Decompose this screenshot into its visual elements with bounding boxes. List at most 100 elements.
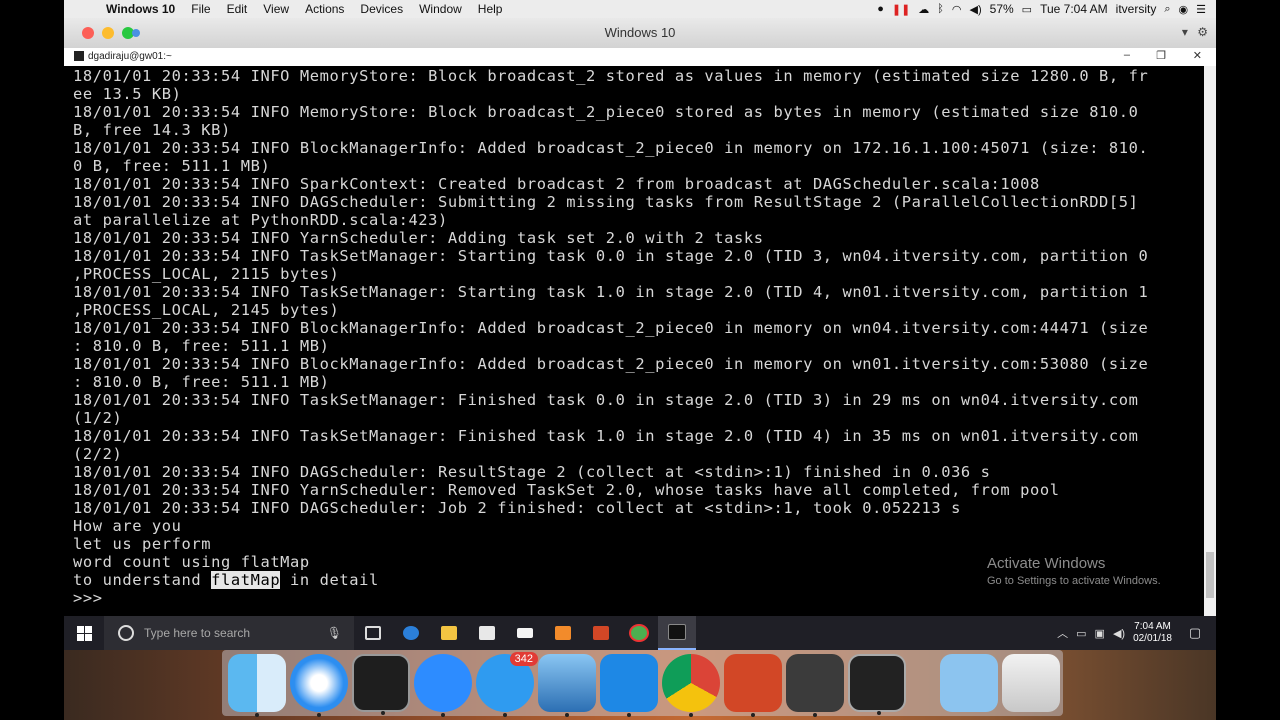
vm-window-title: Windows 10 [604, 25, 676, 40]
folder-icon[interactable] [940, 654, 998, 712]
terminal-line: 18/01/01 20:33:54 INFO BlockManagerInfo:… [73, 355, 1149, 373]
terminal-line: 18/01/01 20:33:54 INFO MemoryStore: Bloc… [73, 67, 1149, 85]
sublime-dock-icon[interactable] [786, 654, 844, 717]
menubar-user[interactable]: itversity [1116, 2, 1157, 16]
terminal-line: 18/01/01 20:33:54 INFO YarnScheduler: Re… [73, 481, 1060, 499]
menu-actions[interactable]: Actions [297, 2, 352, 16]
terminal-line: 18/01/01 20:33:54 INFO MemoryStore: Bloc… [73, 103, 1139, 121]
edge-icon[interactable] [392, 616, 430, 650]
chrome-dock-icon[interactable] [662, 654, 720, 717]
system-tray: ︿ ▭ ▣ ◀) 7:04 AM 02/01/18 ▢ [1057, 621, 1216, 645]
chevron-down-icon[interactable]: ▾ [1182, 25, 1188, 39]
terminal-line: 18/01/01 20:33:54 INFO TaskSetManager: S… [73, 283, 1149, 301]
terminal-line: at parallelize at PythonRDD.scala:423) [73, 211, 448, 229]
activate-windows-watermark: Activate Windows Go to Settings to activ… [987, 555, 1161, 587]
menu-file[interactable]: File [183, 2, 218, 16]
trash-icon[interactable] [1002, 654, 1060, 712]
chevron-up-icon[interactable]: ︿ [1057, 625, 1068, 641]
cloud-icon[interactable]: ☁ [918, 3, 929, 16]
start-button[interactable] [64, 616, 104, 650]
menubar-clock[interactable]: Tue 7:04 AM [1040, 2, 1108, 16]
notification-center-icon[interactable]: ☰ [1196, 3, 1206, 16]
powerpoint-icon[interactable] [582, 616, 620, 650]
scrollbar-thumb[interactable] [1206, 552, 1214, 598]
terminal-line: let us perform [73, 535, 212, 553]
terminal-window-dock-icon[interactable] [848, 654, 906, 715]
terminal-line-after: in detail [280, 571, 379, 589]
siri-icon[interactable]: ◉ [1179, 3, 1189, 16]
notification-badge: 342 [509, 652, 538, 666]
menu-devices[interactable]: Devices [352, 2, 411, 16]
battery-percent[interactable]: 57% [990, 2, 1014, 16]
mail-icon[interactable] [506, 616, 544, 650]
action-center-icon[interactable]: ▢ [1180, 625, 1210, 641]
taskbar-clock[interactable]: 7:04 AM 02/01/18 [1133, 621, 1172, 645]
finder-icon[interactable] [228, 654, 286, 717]
terminal-line: : 810.0 B, free: 511.1 MB) [73, 337, 330, 355]
mac-dock: 342 [222, 650, 1063, 717]
terminal-line: 18/01/01 20:33:54 INFO BlockManagerInfo:… [73, 139, 1149, 157]
sublime-text-icon[interactable] [544, 616, 582, 650]
menu-window[interactable]: Window [411, 2, 470, 16]
menu-help[interactable]: Help [470, 2, 511, 16]
terminal-dock-icon[interactable] [352, 654, 410, 715]
bluetooth-icon[interactable]: ᛒ [937, 3, 944, 15]
windows-taskbar: Type here to search 🎙 ︿ ▭ ▣ ◀) 7:04 AM 0… [64, 616, 1216, 650]
selected-text: flatMap [211, 571, 281, 589]
maximize-icon[interactable]: ❐ [1156, 49, 1166, 62]
volume-icon[interactable]: ◀) [970, 3, 982, 16]
terminal-taskbar-icon[interactable] [658, 616, 696, 650]
gear-icon[interactable]: ⚙ [1197, 25, 1208, 39]
pause-icon[interactable]: ❚❚ [892, 3, 910, 16]
remote-desktop-icon[interactable] [538, 654, 596, 717]
terminal-line: ,PROCESS_LOCAL, 2115 bytes) [73, 265, 340, 283]
terminal-title: dgadiraju@gw01:~ [88, 51, 172, 62]
safari-icon[interactable] [290, 654, 348, 717]
terminal-line: 18/01/01 20:33:54 INFO SparkContext: Cre… [73, 175, 1040, 193]
wifi-icon[interactable]: ◠ [952, 3, 962, 16]
terminal-line: 18/01/01 20:33:54 INFO DAGScheduler: Res… [73, 463, 991, 481]
python-prompt: >>> [73, 589, 103, 607]
terminal-scrollbar[interactable] [1204, 66, 1216, 616]
terminal-line: (2/2) [73, 445, 123, 463]
terminal-line-before: to understand [73, 571, 212, 589]
close-icon[interactable]: ✕ [1193, 49, 1202, 62]
terminal-line: 18/01/01 20:33:54 INFO BlockManagerInfo:… [73, 319, 1149, 337]
letterbox-right [1216, 0, 1280, 720]
network-icon[interactable]: ▣ [1095, 627, 1105, 640]
cortana-icon [118, 625, 134, 641]
powerpoint-dock-icon[interactable] [724, 654, 782, 717]
menu-edit[interactable]: Edit [219, 2, 256, 16]
record-icon[interactable]: ● [877, 3, 884, 15]
taskbar-search-box[interactable]: Type here to search 🎙 [104, 616, 354, 650]
vm-window-titlebar: Windows 10 ▾ ⚙ [64, 18, 1216, 49]
file-explorer-icon[interactable] [430, 616, 468, 650]
menu-view[interactable]: View [255, 2, 297, 16]
terminal-line: ee 13.5 KB) [73, 85, 182, 103]
windows-logo-icon [76, 625, 92, 641]
spotlight-search-icon[interactable]: ⌕ [1164, 3, 1170, 16]
terminal-line: 18/01/01 20:33:54 INFO YarnScheduler: Ad… [73, 229, 764, 247]
mac-menubar: Windows 10 File Edit View Actions Device… [64, 0, 1216, 18]
terminal-output[interactable]: 18/01/01 20:33:54 INFO MemoryStore: Bloc… [73, 67, 1148, 607]
battery-tray-icon[interactable]: ▭ [1076, 627, 1086, 640]
store-icon[interactable] [468, 616, 506, 650]
terminal-line: 18/01/01 20:33:54 INFO TaskSetManager: F… [73, 427, 1139, 445]
microphone-icon[interactable]: 🎙 [327, 626, 342, 640]
windows-vm-icon[interactable] [600, 654, 658, 717]
activate-subtitle: Go to Settings to activate Windows. [987, 575, 1161, 587]
terminal-console[interactable]: 18/01/01 20:33:54 INFO MemoryStore: Bloc… [64, 66, 1204, 616]
zoom-icon[interactable] [414, 654, 472, 717]
terminal-icon [74, 51, 84, 61]
task-view-icon[interactable] [354, 616, 392, 650]
search-placeholder: Type here to search [144, 626, 251, 640]
minimize-icon[interactable]: – [1124, 49, 1130, 61]
messages-icon[interactable]: 342 [476, 652, 538, 717]
chrome-icon[interactable] [620, 616, 658, 650]
terminal-line: 18/01/01 20:33:54 INFO DAGScheduler: Job… [73, 499, 961, 517]
battery-icon[interactable]: ▭ [1022, 3, 1032, 16]
menu-app-name[interactable]: Windows 10 [98, 2, 183, 16]
screen: Windows 10 File Edit View Actions Device… [64, 0, 1216, 720]
terminal-log-lines: 18/01/01 20:33:54 INFO MemoryStore: Bloc… [73, 67, 1148, 571]
speaker-icon[interactable]: ◀) [1113, 627, 1125, 640]
